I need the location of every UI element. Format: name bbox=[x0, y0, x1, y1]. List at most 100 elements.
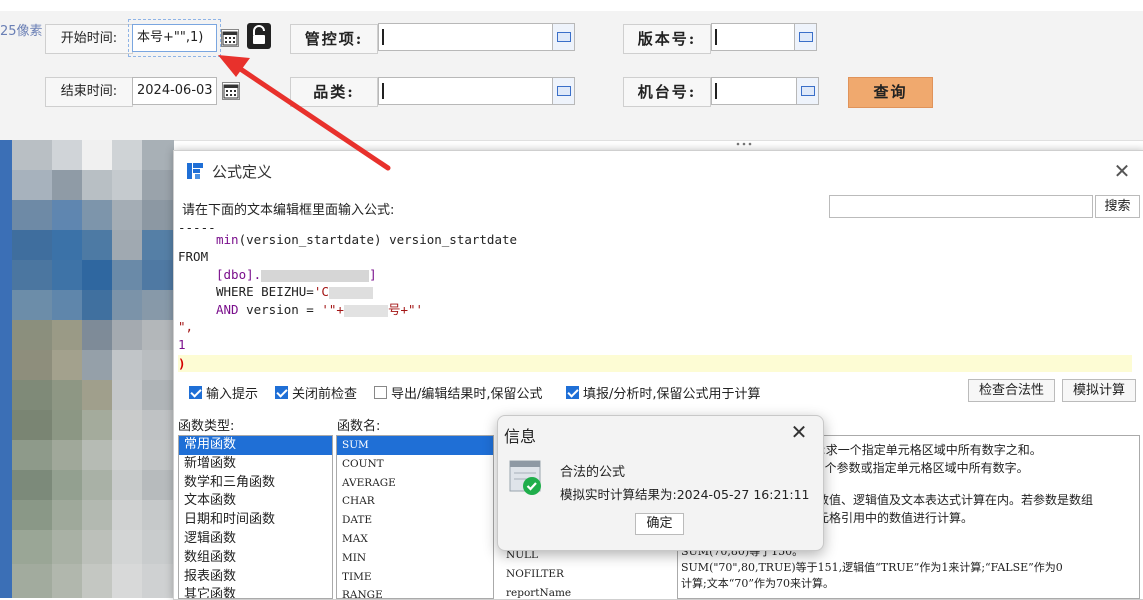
lock-icon[interactable] bbox=[247, 23, 271, 49]
checkbox-unchecked-icon bbox=[374, 385, 387, 399]
code-line: ", bbox=[178, 319, 194, 334]
dialog-title-bar[interactable] bbox=[174, 151, 1143, 191]
info-dialog: 信息 ✕ 合法的公式 模拟实时计算结果为:2024-05-27 16:21:11… bbox=[497, 415, 824, 551]
code-token: AND bbox=[216, 302, 239, 317]
list-item[interactable]: SUM bbox=[337, 436, 493, 455]
list-item[interactable]: 常用函数 bbox=[179, 436, 332, 455]
keep-formula-fill-checkbox[interactable]: 填报/分析时,保留公式用于计算 bbox=[566, 383, 761, 402]
close-icon[interactable]: ✕ bbox=[1111, 160, 1133, 182]
success-check-icon bbox=[509, 460, 543, 498]
code-line: [dbo].] bbox=[216, 266, 377, 283]
list-item[interactable]: COUNT bbox=[337, 455, 493, 474]
category-label: 品类: bbox=[290, 77, 378, 107]
start-time-label: 开始时间: bbox=[45, 24, 133, 54]
close-icon[interactable]: ✕ bbox=[788, 421, 810, 443]
list-item[interactable]: AVERAGE bbox=[337, 474, 493, 493]
pixelated-region bbox=[12, 140, 174, 598]
selection-outline bbox=[128, 19, 221, 57]
list-item[interactable]: TIME bbox=[337, 568, 493, 587]
checkbox-checked-icon bbox=[275, 385, 288, 399]
checkbox-label: 填报/分析时,保留公式用于计算 bbox=[583, 386, 761, 402]
control-item-select[interactable] bbox=[378, 23, 575, 51]
left-edge-strip bbox=[0, 140, 12, 598]
description-line: n个参数或指定单元格区域中所有数字。 bbox=[817, 461, 1029, 475]
version-label: 版本号: bbox=[623, 24, 711, 54]
checkbox-label: 导出/编辑结果时,保留公式 bbox=[391, 386, 543, 402]
list-item[interactable]: 文本函数 bbox=[179, 492, 332, 511]
list-item[interactable]: 数组函数 bbox=[179, 549, 332, 568]
code-line: min(version_startdate) version_startdate bbox=[216, 231, 517, 248]
formula-editor[interactable]: ----- min(version_startdate) version_sta… bbox=[178, 220, 1132, 373]
list-item[interactable]: 日期和时间函数 bbox=[179, 511, 332, 530]
list-item[interactable]: 其它函数 bbox=[179, 586, 332, 598]
list-item[interactable]: RANGE bbox=[337, 586, 493, 598]
code-token: version = bbox=[238, 302, 322, 317]
app-logo-icon bbox=[186, 162, 204, 180]
ok-button[interactable]: 确定 bbox=[635, 513, 684, 535]
control-item-dropdown-icon[interactable] bbox=[552, 24, 574, 50]
code-token: ] bbox=[369, 267, 377, 282]
code-token: WHERE BEIZHU= bbox=[216, 284, 314, 299]
description-line: 元格引用中的数值进行计算。 bbox=[817, 511, 974, 525]
end-calendar-icon[interactable] bbox=[222, 82, 240, 100]
search-input[interactable] bbox=[829, 195, 1093, 218]
list-item[interactable]: DATE bbox=[337, 511, 493, 530]
category-select[interactable] bbox=[378, 77, 575, 105]
checkbox-label: 输入提示 bbox=[206, 386, 259, 402]
keep-formula-export-checkbox[interactable]: 导出/编辑结果时,保留公式 bbox=[374, 383, 543, 402]
list-item[interactable]: 新增函数 bbox=[179, 455, 332, 474]
control-item-label: 管控项: bbox=[290, 24, 378, 54]
func-type-label: 函数类型: bbox=[178, 419, 235, 434]
list-item[interactable]: 数学和三角函数 bbox=[179, 474, 332, 493]
formula-hint-text: 请在下面的文本编辑框里面输入公式: bbox=[182, 203, 395, 218]
list-item[interactable]: 逻辑函数 bbox=[179, 530, 332, 549]
description-line: 数值、逻辑值及文本表达式计算在内。若参数是数组 bbox=[817, 493, 1094, 507]
text-cursor bbox=[382, 83, 384, 99]
func-name-list-extra[interactable]: NULL NOFILTER reportName bbox=[501, 546, 661, 599]
version-dropdown-icon[interactable] bbox=[794, 24, 816, 50]
redacted-block bbox=[343, 304, 388, 317]
code-token: [dbo]. bbox=[216, 267, 262, 282]
end-time-input[interactable]: 2024-06-03 bbox=[132, 77, 217, 105]
checkbox-checked-icon bbox=[189, 385, 202, 399]
list-item[interactable]: MIN bbox=[337, 549, 493, 568]
list-item[interactable]: NOFILTER bbox=[501, 565, 661, 584]
info-title: 信息 bbox=[504, 427, 537, 446]
redacted-block bbox=[261, 269, 370, 282]
simulate-button[interactable]: 模拟计算 bbox=[1062, 379, 1136, 402]
code-token: (version_startdate) version_startdate bbox=[238, 232, 518, 247]
code-token: 号+"' bbox=[387, 302, 424, 317]
code-line: ----- bbox=[178, 220, 216, 235]
machine-select[interactable] bbox=[711, 77, 819, 105]
code-line: 1 bbox=[178, 337, 186, 352]
machine-dropdown-icon[interactable] bbox=[796, 78, 818, 104]
func-type-list[interactable]: 常用函数 新增函数 数学和三角函数 文本函数 日期和时间函数 逻辑函数 数组函数 报表函数 其它… bbox=[178, 435, 333, 599]
code-token: 'C bbox=[313, 284, 329, 299]
splitter-handle[interactable] bbox=[736, 135, 752, 146]
category-dropdown-icon[interactable] bbox=[552, 78, 574, 104]
current-line-highlight bbox=[178, 355, 1132, 372]
redacted-block bbox=[328, 286, 373, 299]
list-item[interactable]: MAX bbox=[337, 530, 493, 549]
version-select[interactable] bbox=[711, 23, 817, 51]
search-button[interactable]: 搜索 bbox=[1095, 195, 1140, 218]
code-line: WHERE BEIZHU='C bbox=[216, 283, 373, 300]
start-calendar-icon[interactable] bbox=[221, 29, 239, 47]
func-name-label: 函数名: bbox=[337, 419, 381, 434]
info-message: 合法的公式 bbox=[560, 465, 626, 480]
code-line: FROM bbox=[178, 249, 209, 264]
text-cursor bbox=[715, 83, 717, 99]
checkbox-label: 关闭前检查 bbox=[292, 386, 358, 402]
query-button[interactable]: 查询 bbox=[848, 77, 933, 108]
side-fragment-text: 25像素 bbox=[0, 24, 43, 39]
input-hint-checkbox[interactable]: 输入提示 bbox=[189, 383, 259, 402]
list-item[interactable]: 报表函数 bbox=[179, 568, 332, 587]
description-line: 计算;文本“70”作为70来计算。 bbox=[681, 577, 834, 590]
check-on-close-checkbox[interactable]: 关闭前检查 bbox=[275, 383, 358, 402]
list-item[interactable]: CHAR bbox=[337, 492, 493, 511]
code-token: min bbox=[216, 232, 239, 247]
info-result: 模拟实时计算结果为:2024-05-27 16:21:11 bbox=[560, 487, 810, 502]
func-name-list[interactable]: SUM COUNT AVERAGE CHAR DATE MAX MIN TIME RANGE bbox=[336, 435, 494, 599]
list-item[interactable]: reportName bbox=[501, 584, 661, 599]
check-validity-button[interactable]: 检查合法性 bbox=[968, 379, 1055, 402]
